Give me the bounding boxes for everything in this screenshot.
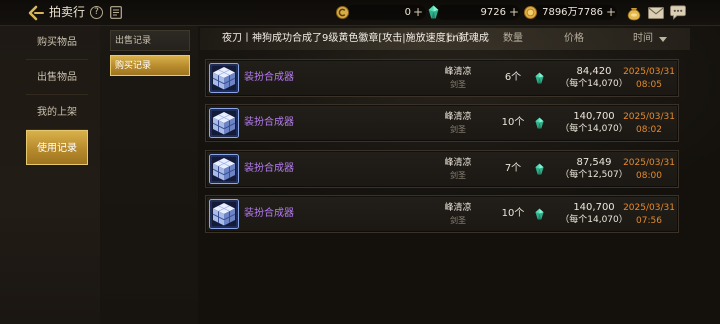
- seller-cell: 峰清凉 剑圣: [428, 202, 488, 227]
- sort-down-icon[interactable]: [659, 37, 667, 42]
- chat-icon[interactable]: [670, 5, 686, 20]
- seller-class: 剑圣: [450, 125, 466, 134]
- gem-icon: [535, 72, 544, 84]
- date: 2025/03/31: [623, 67, 675, 77]
- synthesizer-box-icon: [209, 199, 239, 229]
- sidebar-item-buy[interactable]: 购买物品: [26, 25, 88, 60]
- time-cell: 2025/03/31 08:02: [618, 111, 680, 136]
- currency-value: 7896万7786: [542, 7, 603, 18]
- back-arrow-icon: [28, 5, 44, 21]
- seller-class: 剑圣: [450, 216, 466, 225]
- seller-name: 峰清凉: [444, 158, 472, 168]
- header-quantity: 数量: [503, 33, 523, 44]
- sidebar-item-records[interactable]: 使用记录: [26, 130, 88, 165]
- tab-sell-records[interactable]: 出售记录: [110, 30, 190, 51]
- table-row[interactable]: 装扮合成器 峰清凉 剑圣 7个 87,549 （每个12,507） 2025/0…: [205, 150, 679, 188]
- c-coin-icon: [336, 6, 349, 19]
- add-currency-button[interactable]: +: [509, 4, 519, 20]
- gold-pouch-icon[interactable]: [625, 5, 643, 21]
- time-cell: 2025/03/31 08:05: [618, 66, 680, 91]
- time: 08:05: [636, 79, 662, 90]
- green-gem-icon: [428, 5, 439, 19]
- quantity: 10个: [501, 117, 525, 128]
- document-icon[interactable]: [110, 6, 122, 19]
- table-row[interactable]: 装扮合成器 峰清凉 剑圣 10个 140,700 （每个14,070） 2025…: [205, 104, 679, 142]
- time: 08:00: [636, 170, 662, 181]
- sidebar-item-my-listings[interactable]: 我的上架: [26, 95, 88, 130]
- seller-cell: 峰清凉 剑圣: [428, 66, 488, 91]
- header-price: 价格: [564, 33, 584, 44]
- item-name: 装扮合成器: [244, 72, 294, 83]
- seller-cell: 峰清凉 剑圣: [428, 157, 488, 182]
- time-cell: 2025/03/31 07:56: [618, 202, 680, 227]
- help-icon[interactable]: ?: [90, 6, 103, 19]
- currency-value: 0: [404, 7, 411, 18]
- time-cell: 2025/03/31 08:00: [618, 157, 680, 182]
- table-row[interactable]: 装扮合成器 峰清凉 剑圣 6个 84,420 （每个14,070） 2025/0…: [205, 59, 679, 97]
- tab-label: 出售记录: [115, 36, 152, 46]
- gem-icon: [535, 163, 544, 175]
- currency-value: 9726: [480, 7, 506, 18]
- sidebar-item-sell[interactable]: 出售物品: [26, 60, 88, 95]
- header-time[interactable]: 时间: [629, 32, 657, 46]
- gem-icon: [535, 208, 544, 220]
- time: 08:02: [636, 124, 662, 135]
- quantity: 10个: [501, 208, 525, 219]
- synthesizer-box-icon: [209, 108, 239, 138]
- page-title: 拍卖行: [49, 5, 86, 19]
- synthesizer-box-icon: [209, 154, 239, 184]
- add-currency-button[interactable]: +: [413, 4, 423, 20]
- table-row[interactable]: 装扮合成器 峰清凉 剑圣 10个 140,700 （每个14,070） 2025…: [205, 195, 679, 233]
- quantity: 6个: [504, 72, 522, 83]
- item-name: 装扮合成器: [244, 208, 294, 219]
- date: 2025/03/31: [623, 112, 675, 122]
- date: 2025/03/31: [623, 158, 675, 168]
- gem-icon: [535, 117, 544, 129]
- synthesizer-box-icon: [209, 63, 239, 93]
- seller-class: 剑圣: [450, 80, 466, 89]
- back-button[interactable]: [27, 5, 45, 21]
- tab-buy-records[interactable]: 购买记录: [110, 55, 190, 76]
- sidebar-item-label: 出售物品: [37, 72, 77, 83]
- sidebar-item-label: 使用记录: [37, 143, 77, 154]
- add-currency-button[interactable]: +: [606, 4, 616, 20]
- seller-class: 剑圣: [450, 171, 466, 180]
- broadcast-next-message: cn弑魂成: [447, 33, 489, 44]
- date: 2025/03/31: [623, 203, 675, 213]
- mail-icon[interactable]: [648, 7, 664, 19]
- seller-name: 峰清凉: [444, 67, 472, 77]
- seller-cell: 峰清凉 剑圣: [428, 111, 488, 136]
- time: 07:56: [636, 215, 662, 226]
- seller-name: 峰清凉: [444, 203, 472, 213]
- sidebar-item-label: 购买物品: [37, 37, 77, 48]
- item-name: 装扮合成器: [244, 117, 294, 128]
- gold-coin-icon: [524, 6, 537, 19]
- seller-name: 峰清凉: [444, 112, 472, 122]
- broadcast-message: 夜刀丨神狗成功合成了9级黄色徽章[攻击|施放速度]: [222, 33, 450, 44]
- sidebar-item-label: 我的上架: [37, 107, 77, 118]
- tab-label: 购买记录: [115, 61, 152, 71]
- quantity: 7个: [504, 163, 522, 174]
- item-name: 装扮合成器: [244, 163, 294, 174]
